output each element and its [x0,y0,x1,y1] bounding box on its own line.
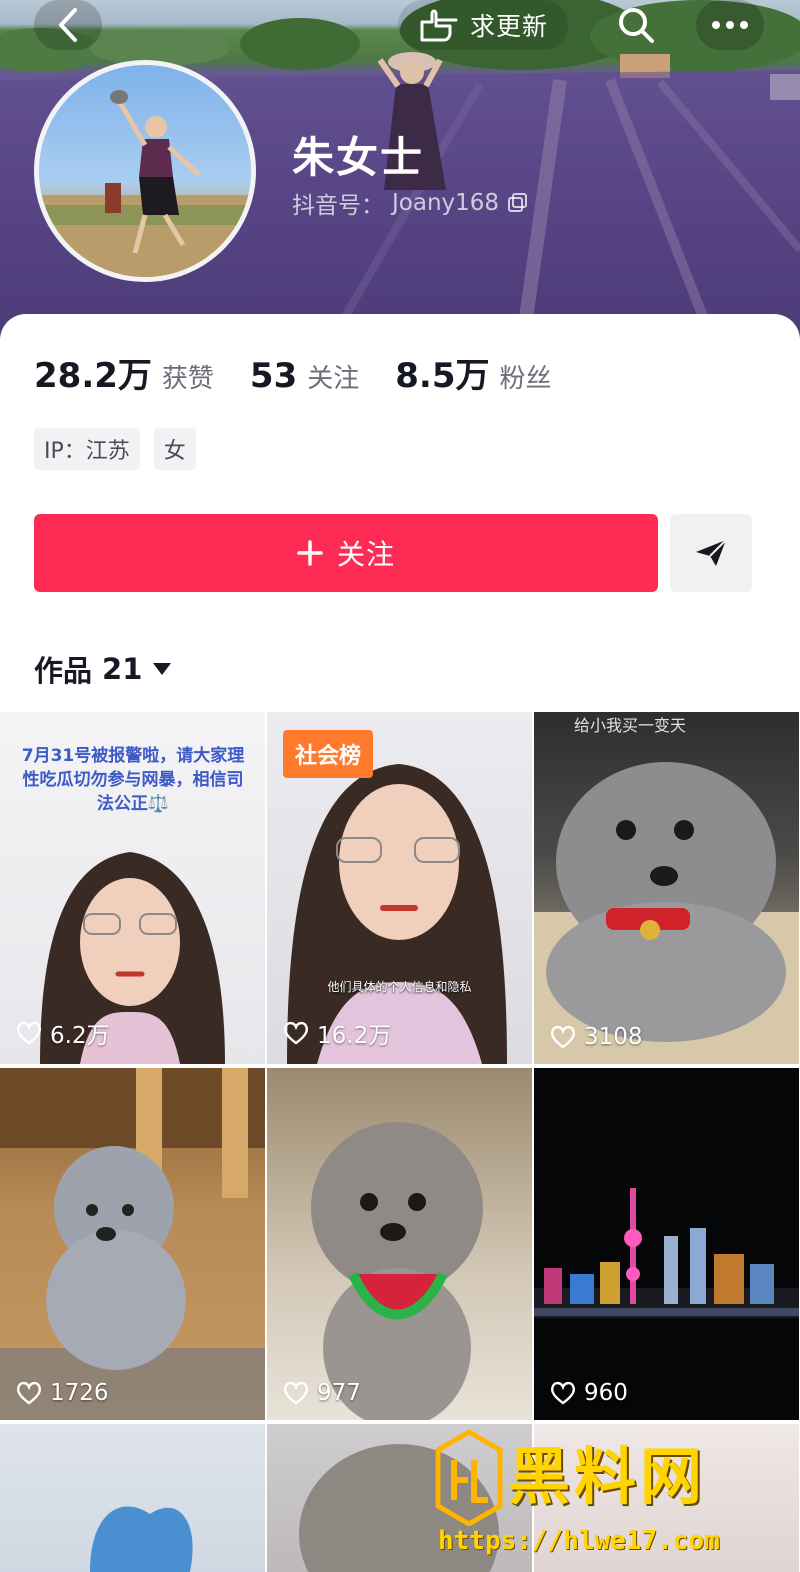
stat-likes-value: 28.2万 [34,356,152,396]
heart-icon [283,1381,309,1405]
video-card[interactable]: 960 [534,1068,799,1420]
video-likes: 1726 [16,1380,109,1406]
watermark-logo [435,1430,503,1526]
stats-row: 28.2万 获赞 53 关注 8.5万 粉丝 [34,348,552,397]
stat-following[interactable]: 53 关注 [250,356,359,396]
more-button[interactable] [696,0,764,50]
heart-icon [283,1021,309,1045]
follow-button[interactable]: 关注 [34,514,658,592]
stat-likes: 28.2万 获赞 [34,348,214,397]
tab-works-count: 21 [102,652,143,686]
back-button[interactable] [34,0,102,50]
copy-icon[interactable] [507,192,529,214]
request-update-label: 求更新 [469,12,548,41]
trending-badge: 社会榜 [283,730,374,778]
profile-name: 朱女士 [292,133,425,182]
more-dots-icon [712,21,748,29]
uid-label: 抖音号： [292,193,384,219]
uid-value: Joany168 [392,190,500,216]
video-likes: 960 [550,1380,628,1406]
search-icon [619,8,654,43]
tab-works[interactable]: 作品 21 [34,648,172,690]
cover-image: 求更新 朱女士 抖音号： Joany168 [0,0,800,360]
video-card[interactable] [0,1424,265,1572]
request-update-button[interactable]: 求更新 [398,0,568,50]
watermark-url: https://hlwe17.com [438,1526,720,1556]
uid-row: 抖音号： Joany168 [292,186,529,220]
video-thumbnail [534,762,799,1064]
heart-icon [16,1021,42,1045]
stat-likes-label: 获赞 [161,364,214,394]
video-likes: 16.2万 [283,1016,391,1050]
video-card[interactable]: 977 [267,1068,532,1420]
heart-icon [550,1025,576,1049]
send-icon [696,539,727,566]
stat-followers[interactable]: 8.5万 粉丝 [395,348,551,397]
tab-works-label: 作品 [34,654,93,688]
video-likes-count: 960 [584,1380,628,1406]
watermark-title: 黑料网 [508,1440,707,1513]
video-thumbnail [90,1506,193,1572]
video-overlay-text: 7月31号被报警啦，请大家理性吃瓜切勿参与网暴，相信司法公正⚖️ [21,746,245,814]
tag-ip-location: IP：江苏 [34,428,140,470]
video-likes-count: 16.2万 [317,1023,392,1049]
caret-down-icon [153,663,172,675]
message-button[interactable] [670,514,752,592]
video-likes-count: 977 [317,1380,361,1406]
watermark: 黑料网 https://hlwe17.com [434,1424,800,1572]
video-thumbnail [311,1122,483,1420]
chevron-left-icon [59,8,77,42]
stat-following-label: 关注 [307,364,360,394]
plus-icon [297,540,323,566]
video-card[interactable]: 1726 [0,1068,265,1420]
stat-following-value: 53 [249,356,298,396]
profile-card: 28.2万 获赞 53 关注 8.5万 粉丝 IP：江苏 女 关注 作品 21 [0,314,800,714]
search-button[interactable] [606,0,666,50]
video-likes-count: 6.2万 [50,1023,110,1049]
video-thumbnail [534,1188,799,1318]
heart-icon [16,1381,42,1405]
video-likes: 977 [283,1380,361,1406]
video-card[interactable]: 给小我买一变天 3108 [534,712,799,1064]
video-caption: 他们具体的个人信息和隐私 [327,980,472,994]
video-likes: 3108 [550,1024,643,1050]
video-likes-count: 1726 [50,1380,109,1406]
video-likes-count: 3108 [584,1024,643,1050]
avatar[interactable] [34,60,256,282]
video-card[interactable]: 7月31号被报警啦，请大家理性吃瓜切勿参与网暴，相信司法公正⚖️ 6.2万 [0,712,265,1064]
heart-icon [550,1381,576,1405]
stat-followers-label: 粉丝 [499,364,552,394]
stat-followers-value: 8.5万 [395,356,490,396]
tag-gender: 女 [153,428,196,470]
video-handwriting: 给小我买一变天 [574,716,687,735]
video-likes: 6.2万 [16,1016,110,1050]
avatar-image [39,90,251,277]
profile-tags: IP：江苏 女 [34,428,196,470]
video-card[interactable]: 社会榜 他们具体的个人信息和隐私 16.2万 [267,712,532,1064]
video-thumbnail [0,1068,265,1420]
follow-label: 关注 [336,538,395,571]
pointing-hand-icon [420,9,458,42]
